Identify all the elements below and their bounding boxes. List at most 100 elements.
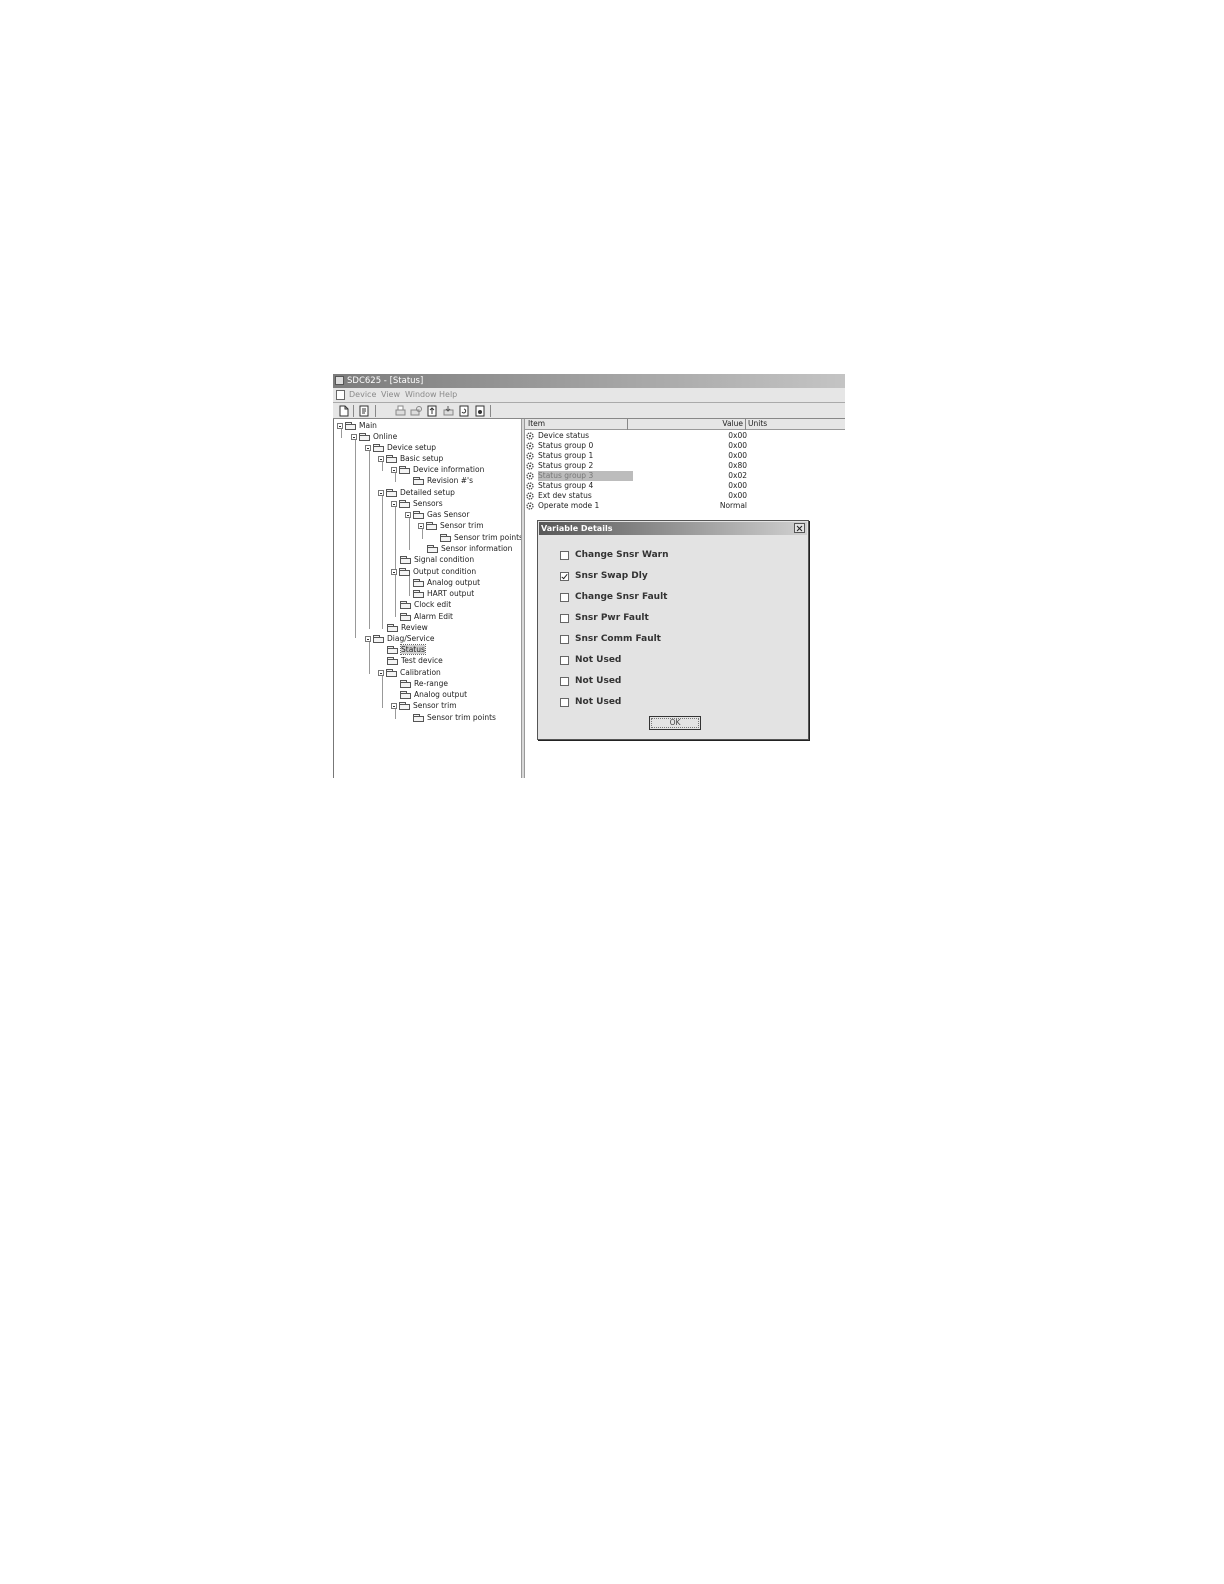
collapse-icon[interactable] — [378, 669, 384, 676]
tree-node-analog-output[interactable]: Analog output — [413, 577, 480, 588]
tree-node-sensor-information[interactable]: Sensor information — [427, 543, 512, 554]
tree-node-sensors[interactable]: Sensors — [391, 498, 443, 509]
list-row[interactable]: Operate mode 1 Normal — [525, 501, 845, 511]
option-snsr-pwr-fault[interactable]: Snsr Pwr Fault — [560, 612, 649, 624]
tree-node-alarm-edit[interactable]: Alarm Edit — [400, 611, 453, 622]
checkbox[interactable] — [560, 697, 569, 707]
variable-gear-icon — [526, 502, 534, 510]
checkbox[interactable] — [560, 592, 569, 602]
refresh-icon[interactable] — [458, 405, 471, 417]
tree-label: Main — [359, 421, 377, 430]
tree-node-gas-sensor[interactable]: Gas Sensor — [405, 509, 469, 520]
tree-node-sensor-trim-2[interactable]: Sensor trim — [391, 700, 457, 711]
new-document-icon[interactable] — [337, 405, 350, 417]
tree-node-basic-setup[interactable]: Basic setup — [378, 453, 443, 464]
device-icon[interactable] — [358, 405, 371, 417]
list-row[interactable]: Status group 1 0x00 — [525, 451, 845, 461]
option-not-used-3[interactable]: Not Used — [560, 696, 621, 708]
collapse-icon[interactable] — [365, 444, 371, 451]
tree-node-diag-service[interactable]: Diag/Service — [365, 633, 434, 644]
option-not-used-2[interactable]: Not Used — [560, 675, 621, 687]
upload-icon[interactable] — [426, 405, 439, 417]
list-row[interactable]: Status group 0 0x00 — [525, 441, 845, 451]
checkbox[interactable] — [560, 676, 569, 686]
collapse-icon[interactable] — [378, 455, 384, 462]
tree-node-signal-condition[interactable]: Signal condition — [400, 554, 474, 565]
print-preview-icon[interactable] — [410, 405, 423, 417]
variable-gear-icon — [526, 442, 534, 450]
collapse-icon[interactable] — [391, 568, 397, 575]
ok-button[interactable]: OK — [649, 716, 701, 730]
checkbox[interactable] — [560, 655, 569, 665]
collapse-icon[interactable] — [351, 433, 357, 440]
tree-node-status[interactable]: Status — [387, 644, 426, 655]
option-change-snsr-fault[interactable]: Change Snsr Fault — [560, 591, 667, 603]
header-item[interactable]: Item — [525, 419, 628, 430]
tree-label: Test device — [401, 656, 443, 665]
collapse-icon[interactable] — [391, 500, 397, 507]
tree-label: Sensor information — [441, 544, 513, 553]
collapse-icon[interactable] — [405, 511, 411, 518]
menu-view[interactable]: View — [381, 388, 400, 402]
list-row-selected[interactable]: Status group 3 0x02 — [525, 471, 845, 481]
folder-icon — [400, 555, 411, 564]
tree-node-re-range[interactable]: Re-range — [400, 678, 448, 689]
collapse-icon[interactable] — [418, 522, 424, 529]
tree-node-detailed-setup[interactable]: Detailed setup — [378, 487, 455, 498]
info-icon[interactable] — [474, 405, 487, 417]
collapse-icon[interactable] — [365, 635, 371, 642]
tree-node-main[interactable]: Main — [337, 420, 377, 431]
list-header: Item Value Units — [525, 419, 845, 430]
list-row[interactable]: Status group 4 0x00 — [525, 481, 845, 491]
collapse-icon[interactable] — [337, 422, 343, 429]
tree-node-calibration[interactable]: Calibration — [378, 667, 441, 678]
list-row[interactable]: Device status 0x00 — [525, 431, 845, 441]
tree-node-online[interactable]: Online — [351, 431, 397, 442]
header-units[interactable]: Units — [746, 419, 845, 430]
document-icon[interactable] — [336, 390, 345, 400]
menu-help[interactable]: Help — [439, 388, 457, 402]
tree-label: Review — [401, 623, 428, 632]
checkbox[interactable] — [560, 634, 569, 644]
device-tree: Main Online Device setup Basic setup Dev… — [333, 419, 523, 778]
folder-icon — [373, 634, 384, 643]
checkbox-checked[interactable] — [560, 571, 569, 581]
option-snsr-swap-dly[interactable]: Snsr Swap Dly — [560, 570, 648, 582]
tree-node-sensor-trim-points-2[interactable]: Sensor trim points — [413, 712, 496, 723]
folder-icon — [387, 656, 398, 665]
collapse-icon[interactable] — [378, 489, 384, 496]
close-icon[interactable] — [794, 523, 805, 533]
option-change-snsr-warn[interactable]: Change Snsr Warn — [560, 549, 669, 561]
option-not-used-1[interactable]: Not Used — [560, 654, 621, 666]
tree-node-device-information[interactable]: Device information — [391, 464, 484, 475]
tree-node-clock-edit[interactable]: Clock edit — [400, 599, 451, 610]
tree-node-sensor-trim[interactable]: Sensor trim — [418, 520, 484, 531]
print-icon[interactable] — [394, 405, 407, 417]
folder-icon — [373, 443, 384, 452]
tree-node-output-condition[interactable]: Output condition — [391, 566, 476, 577]
tree-node-device-setup[interactable]: Device setup — [365, 442, 436, 453]
header-value[interactable]: Value — [628, 419, 746, 430]
tree-node-revisions[interactable]: Revision #'s — [413, 475, 473, 486]
folder-open-icon — [387, 645, 398, 654]
variable-gear-icon — [526, 462, 534, 470]
tree-label: Calibration — [400, 668, 441, 677]
option-snsr-comm-fault[interactable]: Snsr Comm Fault — [560, 633, 661, 645]
folder-icon — [400, 612, 411, 621]
row-value: 0x00 — [728, 431, 747, 440]
checkbox[interactable] — [560, 613, 569, 623]
tree-node-test-device[interactable]: Test device — [387, 655, 443, 666]
list-row[interactable]: Ext dev status 0x00 — [525, 491, 845, 501]
collapse-icon[interactable] — [391, 466, 397, 473]
download-icon[interactable] — [442, 405, 455, 417]
checkbox[interactable] — [560, 550, 569, 560]
menu-window[interactable]: Window — [405, 388, 437, 402]
tree-node-review[interactable]: Review — [387, 622, 428, 633]
menu-device[interactable]: Device — [349, 388, 376, 402]
collapse-icon[interactable] — [391, 702, 397, 709]
tree-node-sensor-trim-points[interactable]: Sensor trim points — [440, 532, 523, 543]
tree-label: Diag/Service — [387, 634, 435, 643]
tree-node-analog-output-2[interactable]: Analog output — [400, 689, 467, 700]
list-row[interactable]: Status group 2 0x80 — [525, 461, 845, 471]
tree-node-hart-output[interactable]: HART output — [413, 588, 474, 599]
